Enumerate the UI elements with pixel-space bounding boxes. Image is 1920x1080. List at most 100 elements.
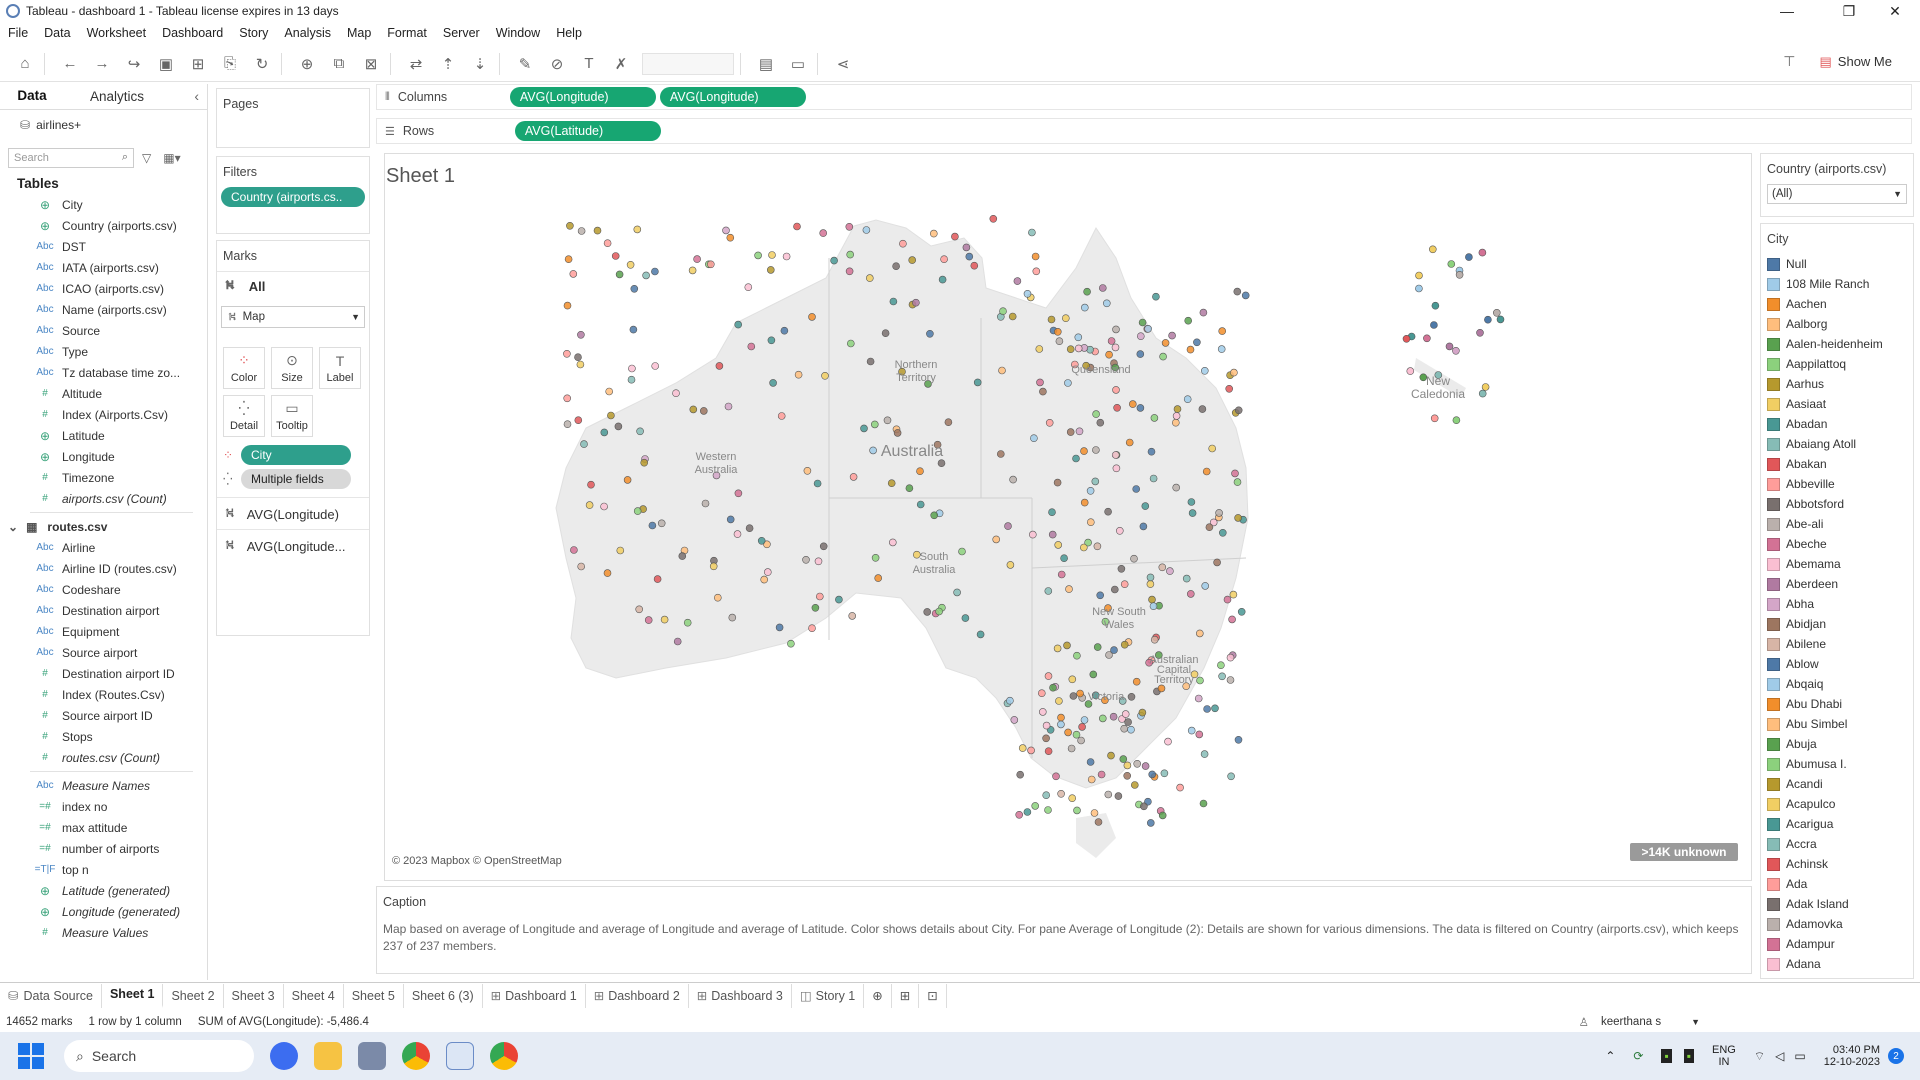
duplicate-sheet-icon[interactable]: ⧉ [326,51,352,77]
airport-marker[interactable] [1231,469,1239,478]
column-pill-longitude-2[interactable]: AVG(Longitude) [659,87,806,107]
city-pill[interactable]: City [241,445,351,465]
legend-item[interactable]: Adak Island [1761,894,1913,914]
tab-data-source[interactable]: ⛁ Data Source [0,983,102,1008]
airport-marker[interactable] [912,298,920,307]
airport-marker[interactable] [1226,653,1235,662]
search-input[interactable]: Search ⌕ [8,148,134,168]
legend-item[interactable]: Adana [1761,954,1913,974]
airport-marker[interactable] [706,260,715,269]
airport-marker[interactable] [1430,414,1439,423]
airport-marker[interactable] [845,222,854,231]
airport-marker[interactable] [1055,697,1063,705]
airport-marker[interactable] [1023,808,1032,816]
airport-marker[interactable] [916,500,925,509]
airport-marker[interactable] [728,613,737,622]
airport-marker[interactable] [1061,314,1070,322]
legend-item[interactable]: Abumusa I. [1761,754,1913,774]
airport-marker[interactable] [1086,758,1095,766]
airport-marker[interactable] [1080,498,1089,507]
menu-format[interactable]: Format [387,26,427,40]
group-icon[interactable]: ⊘ [544,51,570,77]
airport-marker[interactable] [1218,528,1227,537]
airport-marker[interactable] [1076,689,1084,698]
legend-item[interactable]: Aasiaat [1761,394,1913,414]
airport-marker[interactable] [1195,730,1204,739]
pages-card[interactable]: Pages [216,88,370,148]
airport-marker[interactable] [815,592,824,601]
routes-field[interactable]: # Source airport ID [0,705,207,726]
airport-marker[interactable] [1063,641,1071,650]
airport-marker[interactable] [1015,810,1024,819]
clear-sheet-icon[interactable]: ⊠ [358,51,384,77]
airport-marker[interactable] [1113,404,1121,412]
airport-marker[interactable] [1067,744,1076,753]
legend-item[interactable]: Aalborg [1761,314,1913,334]
calculated-field[interactable]: =T|F top n [0,859,207,880]
airport-marker[interactable] [1130,781,1139,789]
airport-marker[interactable] [1068,794,1077,803]
airport-marker[interactable] [1006,561,1015,569]
battery-icon[interactable]: ▭ [1794,1049,1805,1063]
airport-marker[interactable] [1133,759,1142,768]
airport-marker[interactable] [1065,585,1073,593]
chrome-profile-icon[interactable] [490,1042,518,1070]
calculated-field[interactable]: ⊕ Longitude (generated) [0,901,207,922]
minimize-button[interactable]: — [1764,0,1810,22]
airport-marker[interactable] [1230,368,1238,377]
airport-marker[interactable] [996,450,1005,458]
airport-marker[interactable] [1018,744,1027,752]
legend-item[interactable]: Accra [1761,834,1913,854]
airport-marker[interactable] [1194,694,1203,703]
airport-marker[interactable] [1127,692,1136,701]
legend-item[interactable]: Abbotsford [1761,494,1913,514]
airport-marker[interactable] [1010,716,1019,724]
legend-item[interactable]: Null [1761,254,1913,274]
airport-marker[interactable] [1141,762,1150,770]
clock[interactable]: 03:40 PM 12-10-2023 [1824,1044,1880,1068]
airport-marker[interactable] [1139,522,1148,531]
airport-marker[interactable] [794,370,803,379]
airport-marker[interactable] [1217,345,1226,353]
airport-marker[interactable] [689,405,698,414]
airport-marker[interactable] [1213,558,1221,567]
legend-item[interactable]: Abemama [1761,554,1913,574]
menu-help[interactable]: Help [556,26,582,40]
airports-field[interactable]: Abc DST [0,236,207,257]
legend-item[interactable]: Abbeville [1761,474,1913,494]
airport-marker[interactable] [726,515,735,524]
airport-marker[interactable] [623,476,632,484]
airport-marker[interactable] [1147,447,1156,456]
routes-field[interactable]: Abc Airline [0,537,207,558]
row-pill-latitude[interactable]: AVG(Latitude) [514,121,661,141]
airport-marker[interactable] [835,595,843,604]
airport-marker[interactable] [1094,818,1103,826]
airport-marker[interactable] [1055,337,1064,345]
nvidia-icon[interactable]: ▪ [1661,1049,1672,1063]
airport-marker[interactable] [657,519,666,528]
airport-marker[interactable] [1004,522,1012,530]
unknown-indicator[interactable]: >14K unknown [1641,845,1726,859]
airport-marker[interactable] [1233,478,1242,486]
airport-marker[interactable] [802,555,810,564]
airport-marker[interactable] [1074,333,1083,342]
airport-marker[interactable] [633,225,642,234]
airport-marker[interactable] [1073,806,1081,815]
zoom-app-icon[interactable] [270,1042,298,1070]
marks-layer-longitude-1[interactable]: ⛕ AVG(Longitude) [225,505,339,523]
airport-marker[interactable] [1146,580,1155,588]
airport-marker[interactable] [709,562,718,571]
airport-marker[interactable] [1234,406,1243,415]
airport-marker[interactable] [1049,683,1057,692]
airport-marker[interactable] [1093,542,1102,551]
airport-marker[interactable] [1187,726,1196,735]
airport-marker[interactable] [937,459,946,468]
user-menu[interactable]: ♙ keerthana s ▼ [1573,1015,1710,1029]
airport-marker[interactable] [1057,789,1065,798]
airport-marker[interactable] [699,407,708,415]
airport-marker[interactable] [1429,245,1437,254]
airport-marker[interactable] [1042,791,1051,800]
tab-story-1[interactable]: ◫ Story 1 [792,983,865,1008]
show-me-button[interactable]: ⊤ ▤ Show Me [1783,53,1892,70]
fit-dropdown[interactable] [642,52,734,75]
